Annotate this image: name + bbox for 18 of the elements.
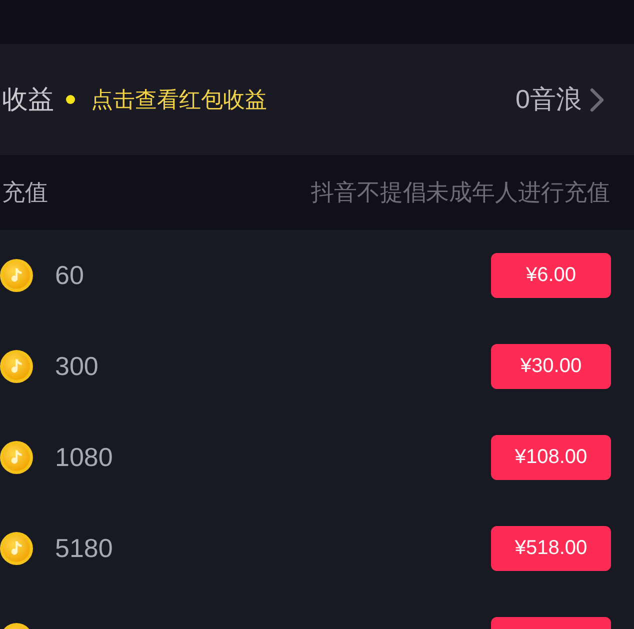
coin-icon	[0, 532, 33, 565]
coin-amount: 5180	[55, 533, 113, 564]
price-button[interactable]: ¥518.00	[491, 526, 611, 571]
price-button[interactable]: ¥108.00	[491, 435, 611, 480]
recharge-label: 充值	[2, 178, 48, 207]
coin-icon	[0, 259, 33, 292]
coin-icon	[0, 441, 33, 474]
coin-amount: 60	[55, 260, 84, 291]
price-button[interactable]: ¥6.00	[491, 253, 611, 298]
price-button[interactable]: ¥30.00	[491, 344, 611, 389]
coin-amount: 1080	[55, 442, 113, 473]
coin-icon	[0, 350, 33, 383]
income-details-link[interactable]: 点击查看红包收益	[91, 84, 267, 114]
chevron-right-icon[interactable]	[590, 88, 604, 112]
income-label: 收益	[2, 83, 54, 116]
coin-amount: 300	[55, 351, 98, 382]
minor-notice-text: 抖音不提倡未成年人进行充值	[311, 178, 610, 207]
income-value: 0音浪	[516, 83, 582, 116]
